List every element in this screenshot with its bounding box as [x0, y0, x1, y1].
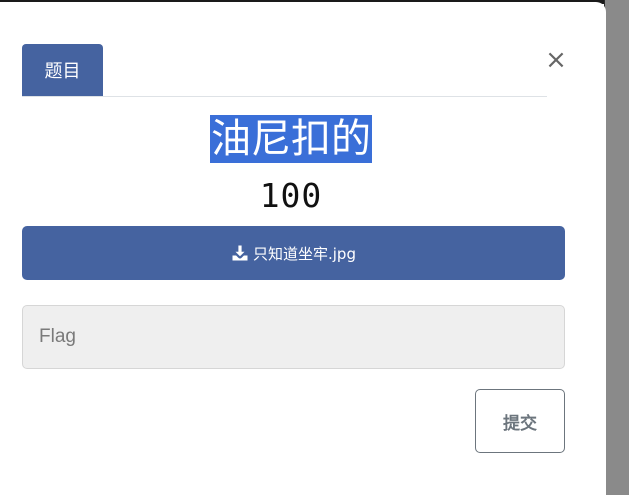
- challenge-modal: 题目 × 油尼扣的 100 只知道坐牢.jpg 提交: [0, 2, 606, 495]
- download-icon: [231, 244, 249, 262]
- tab-challenge[interactable]: 题目: [22, 44, 103, 96]
- download-file-name: 只知道坐牢.jpg: [253, 244, 356, 263]
- challenge-title: 油尼扣的: [0, 115, 582, 163]
- modal-tabs: 题目: [22, 44, 547, 97]
- challenge-points: 100: [259, 176, 323, 215]
- download-file-button[interactable]: 只知道坐牢.jpg: [22, 226, 565, 280]
- backdrop-overlay[interactable]: [605, 0, 629, 495]
- submit-button[interactable]: 提交: [475, 389, 565, 453]
- flag-input[interactable]: [22, 305, 565, 369]
- challenge-name: 油尼扣的: [210, 115, 372, 163]
- close-button[interactable]: ×: [545, 47, 567, 73]
